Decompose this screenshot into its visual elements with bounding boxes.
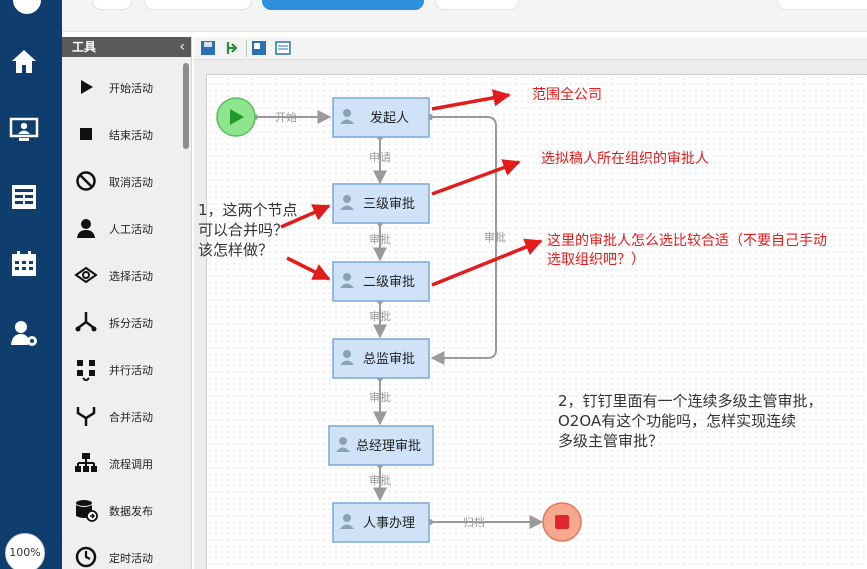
edge-label-end: 归档	[463, 515, 485, 529]
question-merge-line1: 1，这两个节点	[198, 201, 298, 219]
annotation-scope: 范围全公司	[532, 87, 602, 103]
node-label: 总监审批	[363, 352, 415, 367]
annotation-approver-question-cont: 选取组织吧？）	[547, 252, 645, 268]
start-event[interactable]	[216, 97, 256, 137]
edge-label: 审批	[369, 309, 391, 323]
process-flow: 开始 申请 审批 审批 审批 审批 审批 归档 发起人 三级审批 二级审批 总监…	[216, 89, 582, 543]
end-event[interactable]	[542, 502, 582, 542]
stop-square-icon	[555, 515, 569, 529]
node-label: 发起人	[370, 110, 409, 126]
node-label: 人事办理	[363, 516, 415, 531]
question-multilevel-line2: O2OA有这个功能吗，怎样实现连续	[558, 412, 797, 430]
annotation-approver-question: 这里的审批人怎么选比较合适（不要自己手动	[547, 233, 827, 249]
edge-label: 审批	[369, 390, 391, 404]
flow-node-gm-approval[interactable]: 总经理审批	[328, 425, 434, 466]
flow-node-level2-approval[interactable]: 二级审批	[332, 261, 430, 302]
node-label: 三级审批	[363, 197, 415, 212]
flow-node-level3-approval[interactable]: 三级审批	[332, 183, 430, 224]
annotation-arrow	[286, 256, 331, 281]
flow-node-director-approval[interactable]: 总监审批	[332, 338, 430, 379]
annotation-drafter-org: 选拟稿人所在组织的审批人	[541, 151, 709, 167]
question-merge-line3: 该怎样做？	[198, 241, 274, 259]
annotation-arrow	[431, 159, 521, 196]
question-multilevel-line1: 2，钉钉里面有一个连续多级主管审批，	[558, 392, 823, 410]
annotation-arrow	[431, 238, 543, 287]
edge-label: 审批	[369, 232, 391, 246]
edge-label: 审批	[484, 230, 506, 244]
flow-node-initiator[interactable]: 发起人	[332, 97, 430, 138]
edge-label-start: 开始	[275, 110, 297, 124]
node-label: 总经理审批	[356, 439, 421, 454]
question-merge-line2: 可以合并吗？	[198, 221, 289, 239]
flow-node-hr-handling[interactable]: 人事办理	[332, 502, 430, 543]
edge-label: 审批	[369, 473, 391, 487]
annotation-arrow	[431, 89, 511, 111]
edge-label: 申请	[369, 151, 391, 164]
node-label: 二级审批	[363, 275, 415, 290]
question-multilevel-line3: 多级主管审批？	[558, 432, 664, 450]
